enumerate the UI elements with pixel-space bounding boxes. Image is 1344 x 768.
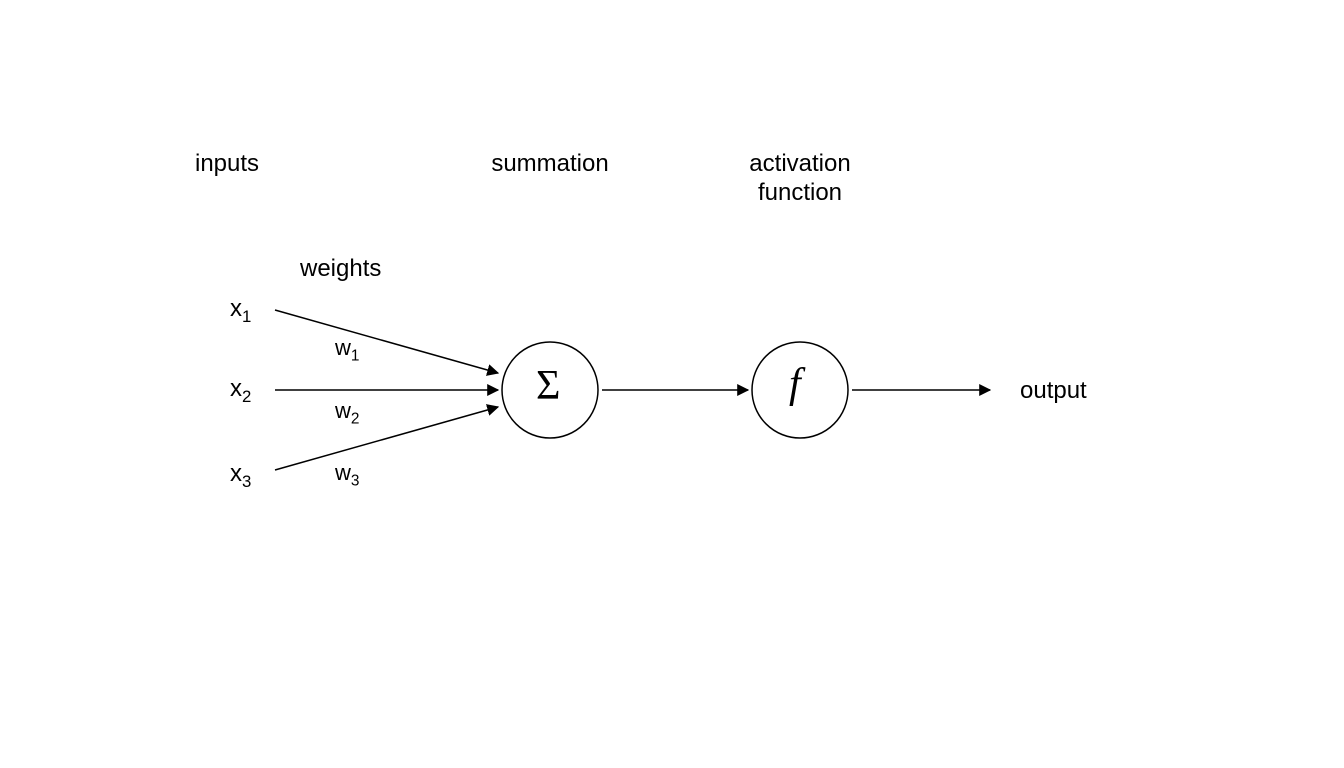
w3-main: w	[335, 460, 351, 485]
w1-main: w	[335, 335, 351, 360]
arrow-x3	[275, 407, 498, 470]
label-w3: w3	[335, 460, 359, 491]
sigma-symbol: Σ	[536, 362, 560, 410]
arrow-x1	[275, 310, 498, 373]
x3-sub: 3	[242, 472, 251, 491]
label-activation-line1: activation	[749, 150, 850, 177]
x2-sub: 2	[242, 387, 251, 406]
perceptron-diagram: inputs summation activation function wei…	[0, 0, 1344, 768]
x1-sub: 1	[242, 307, 251, 326]
label-w2: w2	[335, 398, 359, 429]
label-x2: x2	[230, 375, 251, 407]
w1-sub: 1	[351, 347, 360, 364]
w2-main: w	[335, 398, 351, 423]
label-activation-function: activation function	[720, 150, 880, 208]
label-output: output	[1020, 377, 1087, 406]
label-activation-line2: function	[758, 179, 842, 206]
label-summation: summation	[480, 150, 620, 179]
label-x1: x1	[230, 295, 251, 327]
x3-main: x	[230, 460, 242, 487]
f-symbol: f	[789, 360, 801, 408]
label-weights: weights	[300, 255, 381, 284]
w2-sub: 2	[351, 410, 360, 427]
w3-sub: 3	[351, 472, 360, 489]
x2-main: x	[230, 375, 242, 402]
diagram-svg	[0, 0, 1344, 768]
label-x3: x3	[230, 460, 251, 492]
x1-main: x	[230, 295, 242, 322]
label-inputs: inputs	[195, 150, 259, 179]
label-w1: w1	[335, 335, 359, 366]
